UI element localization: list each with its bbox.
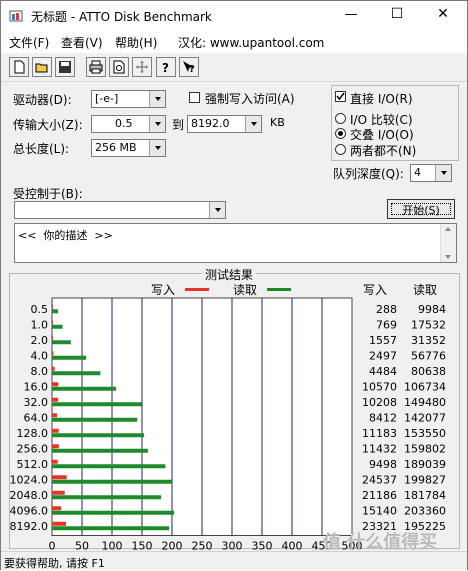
read-value: 199827 (404, 473, 446, 486)
read-bar (52, 526, 170, 531)
row-label: 4.0 (31, 349, 49, 362)
read-value: 203360 (404, 504, 446, 517)
write-value: 15140 (362, 504, 397, 517)
write-bar (52, 382, 59, 387)
row-label: 1.0 (31, 318, 49, 331)
write-bar (52, 366, 55, 371)
write-bar (52, 428, 59, 433)
status-bar: 要获得帮助, 请按 F1 值 什么值得买 (1, 532, 467, 570)
row-label: 64.0 (24, 411, 49, 424)
read-value: 31352 (411, 334, 446, 347)
write-value: 769 (376, 318, 397, 331)
read-bar (52, 417, 138, 422)
row-label: 8192.0 (10, 520, 49, 533)
row-label: 2.0 (31, 334, 49, 347)
write-value: 8412 (369, 411, 397, 424)
read-bar (52, 510, 175, 515)
write-bar (52, 413, 58, 418)
column-header-write: 写入 (363, 283, 387, 297)
read-value: 153550 (404, 427, 446, 440)
row-label: 128.0 (17, 427, 49, 440)
write-bar (52, 459, 58, 464)
read-value: 149480 (404, 396, 446, 409)
read-bar (52, 340, 71, 345)
read-value: 9984 (418, 303, 446, 316)
write-bar (52, 475, 67, 480)
status-text: 要获得帮助, 请按 F1 (4, 557, 105, 570)
write-bar (52, 397, 59, 402)
write-value: 24537 (362, 473, 397, 486)
read-bar (52, 433, 145, 438)
read-bar (52, 448, 148, 453)
row-label: 8.0 (31, 365, 49, 378)
row-label: 256.0 (17, 442, 49, 455)
write-value: 288 (376, 303, 397, 316)
read-value: 159802 (404, 442, 446, 455)
write-value: 10208 (362, 396, 397, 409)
read-bar (52, 371, 101, 376)
write-bar (52, 351, 54, 356)
read-bar (52, 495, 162, 500)
write-bar (52, 304, 53, 309)
watermark: 值 什么值得买 (323, 532, 438, 553)
write-value: 11183 (362, 427, 397, 440)
read-bar (52, 355, 87, 360)
read-value: 189039 (404, 458, 446, 471)
read-bar (52, 324, 63, 329)
legend-read-label: 读取 (233, 283, 257, 297)
read-value: 142077 (404, 411, 446, 424)
write-bar (52, 490, 65, 495)
read-value: 106734 (404, 380, 446, 393)
write-value: 9498 (369, 458, 397, 471)
read-value: 56776 (411, 349, 446, 362)
row-label: 4096.0 (10, 504, 49, 517)
write-bar (52, 506, 62, 511)
write-bar (52, 444, 59, 449)
app-window: 无标题 - ATTO Disk Benchmark — ☐ ✕ 文件(F) 查看… (0, 0, 468, 570)
write-bar (52, 335, 53, 340)
read-bar (52, 309, 58, 314)
read-value: 181784 (404, 489, 446, 502)
write-value: 4484 (369, 365, 397, 378)
write-value: 2497 (369, 349, 397, 362)
write-value: 11432 (362, 442, 397, 455)
write-value: 10570 (362, 380, 397, 393)
write-bar (52, 521, 66, 526)
row-label: 0.5 (31, 303, 49, 316)
legend-read-swatch (267, 288, 291, 291)
read-bar (52, 464, 166, 469)
read-bar (52, 386, 117, 391)
write-value: 21186 (362, 489, 397, 502)
write-value: 1557 (369, 334, 397, 347)
row-label: 1024.0 (10, 473, 49, 486)
legend-write-label: 写入 (151, 283, 175, 297)
write-bar (52, 320, 53, 325)
row-label: 32.0 (24, 396, 49, 409)
results-chart: 050100150200250300350400450500传输速率 - MB … (10, 283, 447, 567)
row-label: 512.0 (17, 458, 49, 471)
legend-write-swatch (185, 288, 209, 291)
column-header-read: 读取 (413, 283, 437, 297)
row-label: 16.0 (24, 380, 49, 393)
row-label: 2048.0 (10, 489, 49, 502)
read-bar (52, 479, 172, 484)
read-bar (52, 402, 142, 407)
read-value: 17532 (411, 318, 446, 331)
read-value: 80638 (411, 365, 446, 378)
